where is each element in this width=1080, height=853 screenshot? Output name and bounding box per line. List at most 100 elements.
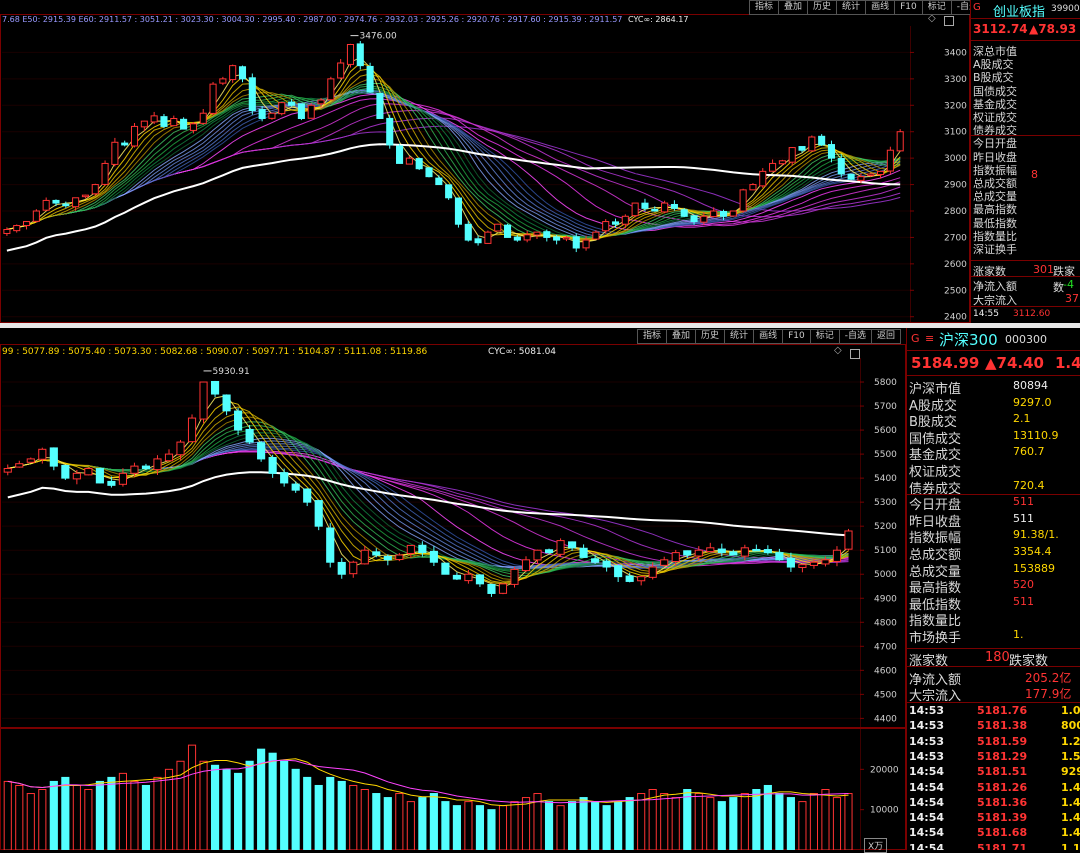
tick-price: 5181.68 xyxy=(977,826,1028,840)
bottom-quote-row-label: 今日开盘 xyxy=(909,498,962,514)
tick-price: 5181.59 xyxy=(977,734,1028,748)
toolbar2-watchlist-button[interactable]: -自选 xyxy=(838,329,871,344)
top-candlestick-chart[interactable]: 3476.00 xyxy=(2,26,910,322)
top-quote-row-label: 指数量比 xyxy=(973,229,1017,243)
toolbar2-history-button[interactable]: 历史 xyxy=(695,329,725,344)
bottom-quote-row-label: 指数振幅 xyxy=(909,531,962,547)
candle-down xyxy=(719,210,728,217)
bottom-diamond-icon[interactable]: ◇ xyxy=(834,345,842,356)
candle-down xyxy=(847,173,855,180)
bottom-quote-rows: 沪深市值 80894 A股成交 9297.0 B股成交 2.1 国债成交 13110.9 基金成… xyxy=(907,378,1080,648)
candle-up xyxy=(130,125,139,147)
candle-up xyxy=(521,559,531,572)
toolbar2-drawline-button[interactable]: 画线 xyxy=(753,329,783,344)
bottom-index-name[interactable]: 沪深300 xyxy=(939,329,998,350)
top-index-code: 399006 xyxy=(1051,4,1080,14)
toolbar-history-button[interactable]: 历史 xyxy=(807,0,837,15)
toolbar2-stats-button[interactable]: 统计 xyxy=(724,329,754,344)
tick-time: 14:54 xyxy=(909,765,945,779)
ma-blue-line xyxy=(6,89,901,236)
volume-bar-down xyxy=(372,793,381,850)
candle-up xyxy=(832,549,842,562)
candle-up xyxy=(759,170,767,187)
toolbar2-back-button[interactable]: 返回 xyxy=(870,329,901,344)
candle-up xyxy=(788,147,796,163)
volume-bar-down xyxy=(752,789,761,850)
toolbar-mark-button[interactable]: 标记 xyxy=(921,0,951,15)
bottom-quote-row-label: 最低指数 xyxy=(909,597,962,613)
volume-bar-down xyxy=(280,760,289,850)
axis-tick-label: 5500 xyxy=(874,450,897,460)
volume-bar-up xyxy=(521,797,531,850)
volume-bar-up xyxy=(671,797,680,850)
top-g-badge: G xyxy=(973,2,981,13)
candle-up xyxy=(406,544,415,554)
tick-price: 5181.38 xyxy=(977,719,1028,733)
bottom-candlestick-chart[interactable]: 5930.91 xyxy=(2,358,860,728)
candle-down xyxy=(775,552,784,561)
top-quote-row-label: 基金成交 xyxy=(973,97,1017,111)
toolbar-indicator-button[interactable]: 指标 xyxy=(749,0,779,15)
candle-down xyxy=(625,575,634,582)
candle-down xyxy=(386,117,394,146)
candle-up xyxy=(592,231,600,240)
volume-bar-up xyxy=(187,744,197,850)
volume-bar-up xyxy=(38,789,47,850)
top-up-count: 301 xyxy=(1033,263,1054,276)
candle-down xyxy=(288,101,296,106)
candle-up xyxy=(199,381,208,420)
bottom-quote-row-label: 权证成交 xyxy=(909,465,962,480)
volume-bar-down xyxy=(245,760,254,850)
bottom-tick-list: 14:53 5181.76 1.0 14:53 5181.38 800 14:53 5181.… xyxy=(907,704,1080,850)
candle-down xyxy=(568,541,577,549)
tick-volume: 929 xyxy=(1061,765,1080,779)
volume-bar-down xyxy=(61,776,70,850)
bottom-quote-row-label: A股成交 xyxy=(909,398,957,414)
volume-bar-down xyxy=(763,784,772,850)
candle-up xyxy=(821,559,830,565)
toolbar2-indicator-button[interactable]: 指标 xyxy=(637,329,667,344)
toolbar-stats-button[interactable]: 统计 xyxy=(836,0,866,15)
volume-bar-up xyxy=(740,793,749,850)
candle-up xyxy=(798,564,807,568)
bottom-menu-icon[interactable]: ≡ xyxy=(925,332,934,345)
volume-bar-down xyxy=(303,776,312,850)
volume-bar-up xyxy=(199,760,208,850)
toolbar-f10-button[interactable]: F10 xyxy=(894,0,922,15)
top-quote-row-label: 昨日收盘 xyxy=(973,150,1017,164)
top-quote-row-label: 深证换手 xyxy=(973,243,1017,256)
candle-up xyxy=(26,458,35,463)
candle-up xyxy=(740,547,749,557)
toolbar2-f10-button[interactable]: F10 xyxy=(782,329,810,344)
toolbar-overlay-button[interactable]: 叠加 xyxy=(778,0,808,15)
bottom-quote-row-label: 最高指数 xyxy=(909,581,962,597)
axis-tick-label: 5600 xyxy=(874,426,897,436)
candle-up xyxy=(533,549,542,561)
toolbar2-mark-button[interactable]: 标记 xyxy=(809,329,839,344)
bottom-quote-row-label: 基金成交 xyxy=(909,448,962,464)
candle-up xyxy=(164,453,174,462)
bottom-volume-chart[interactable] xyxy=(2,729,860,850)
top-close-box-icon[interactable] xyxy=(944,16,954,26)
tick-time: 14:54 xyxy=(909,811,945,825)
tick-time: 14:53 xyxy=(909,749,945,763)
tick-price: 5181.76 xyxy=(977,704,1028,717)
top-ma-legend: 7.68 E50: 2915.39 E60: 2911.57 : 3051.21… xyxy=(2,15,622,24)
candle-up xyxy=(637,576,646,582)
candle-up xyxy=(349,561,358,575)
vol-axis-tick-label: 20000 xyxy=(870,765,899,775)
toolbar-drawline-button[interactable]: 画线 xyxy=(865,0,895,15)
top-quote-row-label: A股成交 xyxy=(973,58,1014,72)
candle-down xyxy=(445,184,453,199)
candle-down xyxy=(503,224,512,238)
candle-up xyxy=(778,160,786,165)
candle-up xyxy=(700,215,708,223)
bottom-quote-row-value: 760.7 xyxy=(1013,445,1045,459)
candle-down xyxy=(160,116,168,127)
candle-up xyxy=(130,465,139,474)
toolbar2-overlay-button[interactable]: 叠加 xyxy=(666,329,696,344)
top-quote-row-label: 总成交量 xyxy=(973,190,1017,204)
bottom-quote-row-value: 511 xyxy=(1013,594,1034,608)
bottom-price-axis: 5800 5700 5600 5500 5400 5300 5200 5100 5000 4900… xyxy=(860,358,897,728)
candle-down xyxy=(553,236,561,241)
